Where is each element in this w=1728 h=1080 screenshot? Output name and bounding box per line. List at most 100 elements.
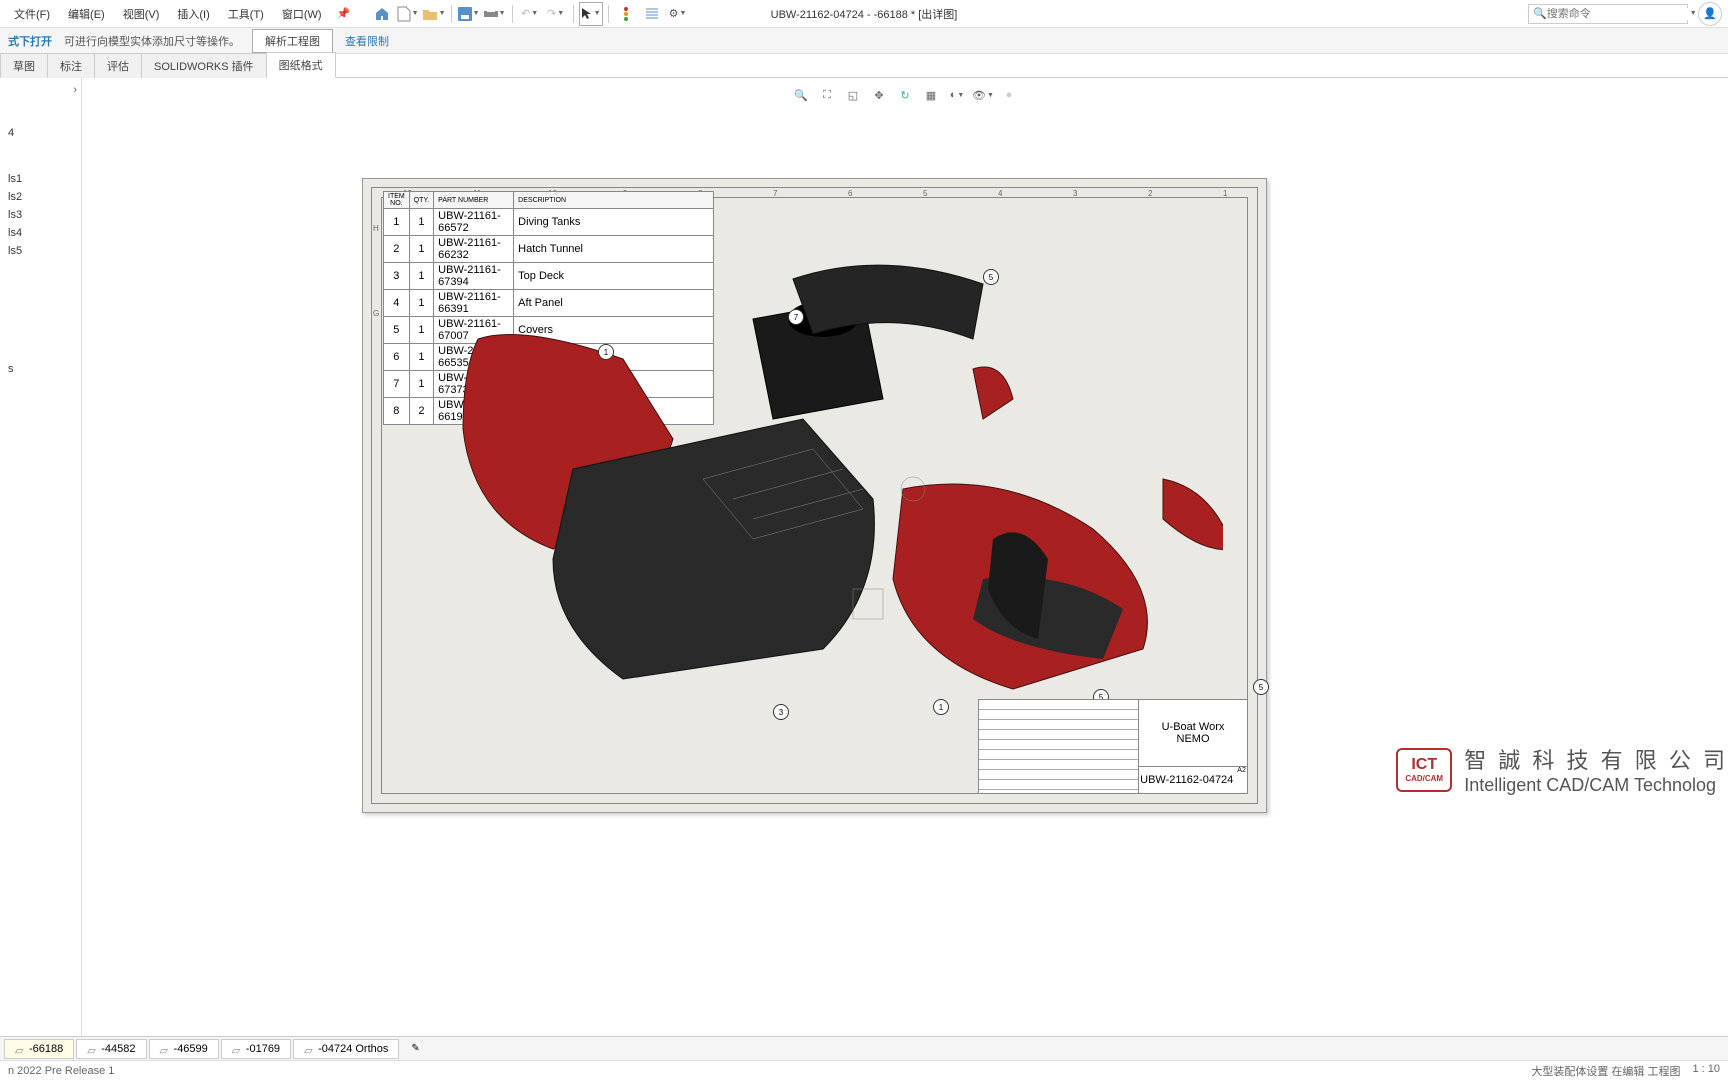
appearance-icon[interactable]: ● [998,84,1020,106]
ruler-mark: 1 [1223,189,1227,198]
status-text: 大型装配体设置 在编辑 工程图 [1531,1063,1680,1079]
sheet-icon: ▱ [160,1044,170,1054]
search-input[interactable] [1547,8,1689,20]
command-tabs: 草图 标注 评估 SOLIDWORKS 插件 图纸格式 [0,54,1728,78]
menu-tools[interactable]: 工具(T) [220,2,272,26]
watermark: ICT CAD/CAM 智 誠 科 技 有 限 公 司 Intelligent … [1396,743,1728,796]
undo-icon[interactable]: ↶▼ [518,2,542,26]
bom-header: ITEM NO. [384,192,410,209]
mode-bar: 式下打开 可进行向模型实体添加尺寸等操作。 解析工程图 查看限制 [0,28,1728,54]
sheet-tab[interactable]: ▱-46599 [149,1039,219,1059]
balloon[interactable]: 7 [788,309,804,325]
new-icon[interactable]: ▼ [396,2,420,26]
select-icon[interactable]: ▼ [579,2,603,26]
menu-file[interactable]: 文件(F) [6,2,58,26]
add-sheet-tab[interactable]: ✎ [401,1040,429,1057]
home-icon[interactable] [370,2,394,26]
tree-item[interactable]: ls5 [4,242,77,260]
menu-window[interactable]: 窗口(W) [274,2,330,26]
zoom-fit-icon[interactable]: 🔍 [790,84,812,106]
menu-view[interactable]: 视图(V) [115,2,168,26]
tree-item[interactable]: ls3 [4,206,77,224]
search-dropdown-icon[interactable]: ▼ [1690,10,1697,17]
watermark-text-cn: 智 誠 科 技 有 限 公 司 [1464,743,1728,775]
ruler-mark: 3 [1073,189,1077,198]
traffic-icon[interactable] [614,2,638,26]
balloon[interactable]: 1 [598,344,614,360]
feature-tree-panel: › 4 ls1 ls2 ls3 ls4 ls5 s [0,78,82,1036]
watermark-logo: ICT CAD/CAM [1396,748,1452,792]
bom-header: DESCRIPTION [514,192,714,209]
title-block[interactable]: U-Boat Worx NEMO UBW-21162-04724 A2 [978,699,1248,794]
sheet-icon: ▱ [232,1044,242,1054]
tree-other[interactable]: s [4,360,77,378]
list-icon[interactable] [640,2,664,26]
tree-item[interactable]: ls1 [4,170,77,188]
scale-text: 1 : 10 [1692,1063,1720,1079]
sheet-icon: ▱ [15,1044,25,1054]
ruler-mark: 7 [773,189,777,198]
sheet-icon: ▱ [87,1044,97,1054]
menu-insert[interactable]: 插入(I) [169,2,217,26]
sheet-icon: ▱ [304,1044,314,1054]
mode-hint: 可进行向模型实体添加尺寸等操作。 [64,33,240,49]
balloon[interactable]: 5 [1253,679,1269,695]
pan-icon[interactable]: ✥ [868,84,890,106]
ruler-mark: H [373,224,379,233]
document-title: UBW-21162-04724 - -66188 * [出详图] [771,6,958,22]
tab-sheet-format[interactable]: 图纸格式 [266,52,336,78]
menu-bar: 文件(F) 编辑(E) 视图(V) 插入(I) 工具(T) 窗口(W) 📌 ▼ … [0,0,1728,28]
watermark-text-en: Intelligent CAD/CAM Technolog [1464,775,1728,796]
sheet-tab[interactable]: ▱-01769 [221,1039,291,1059]
save-icon[interactable]: ▼ [457,2,481,26]
ruler-mark: 2 [1148,189,1152,198]
view-toolbar: 🔍 ⛶ ◱ ✥ ↻ ▦ ◐▼ 👁▼ ● [790,84,1020,106]
display-style-icon[interactable]: ◐▼ [946,84,968,106]
sheet-tab[interactable]: ▱-66188 [4,1039,74,1059]
rotate-icon[interactable]: ↻ [894,84,916,106]
tab-addins[interactable]: SOLIDWORKS 插件 [141,53,267,78]
tab-evaluate[interactable]: 评估 [94,53,142,78]
user-icon[interactable]: 👤 [1698,2,1722,26]
zoom-window-icon[interactable]: ◱ [842,84,864,106]
title-block-revisions [979,700,1139,793]
tree-item[interactable]: ls4 [4,224,77,242]
settings-icon[interactable]: ⚙▼ [666,2,690,26]
exploded-view[interactable]: 1 7 5 1 3 5 5 [443,209,1223,729]
expand-icon[interactable]: › [73,84,77,96]
view-limits-link[interactable]: 查看限制 [345,33,389,49]
ruler-mark: 5 [923,189,927,198]
hide-show-icon[interactable]: 👁▼ [972,84,994,106]
tree-root[interactable]: 4 [4,124,77,142]
mode-label: 式下打开 [8,33,52,49]
title-block-company: U-Boat Worx NEMO [1139,700,1247,767]
status-bar: n 2022 Pre Release 1 大型装配体设置 在编辑 工程图 1 :… [0,1060,1728,1080]
redo-icon[interactable]: ↷▼ [544,2,568,26]
balloon[interactable]: 5 [983,269,999,285]
view-orient-icon[interactable]: ▦ [920,84,942,106]
sheet-tab[interactable]: ▱-04724 Orthos [293,1039,399,1059]
drawing-canvas[interactable]: 🔍 ⛶ ◱ ✥ ↻ ▦ ◐▼ 👁▼ ● 12 11 10 9 8 7 6 5 4… [82,78,1728,1036]
zoom-area-icon[interactable]: ⛶ [816,84,838,106]
bom-header: PART NUMBER [434,192,514,209]
search-icon: 🔍 [1533,7,1547,20]
resolve-button[interactable]: 解析工程图 [252,29,333,53]
balloon[interactable]: 1 [933,699,949,715]
tab-sketch[interactable]: 草图 [0,53,48,78]
sheet-tabs-bar: ▱-66188 ▱-44582 ▱-46599 ▱-01769 ▱-04724 … [0,1036,1728,1060]
title-block-drawing-number: UBW-21162-04724 A2 [1139,767,1247,793]
ruler-mark: 4 [998,189,1002,198]
sheet-tab[interactable]: ▱-44582 [76,1039,146,1059]
menu-edit[interactable]: 编辑(E) [60,2,113,26]
tree-item[interactable]: ls2 [4,188,77,206]
version-label: n 2022 Pre Release 1 [8,1065,114,1077]
pin-icon[interactable]: 📌 [332,2,356,26]
drawing-sheet[interactable]: 12 11 10 9 8 7 6 5 4 3 2 1 H G ITEM NO. … [362,178,1267,813]
tab-annotation[interactable]: 标注 [47,53,95,78]
assembly-drawing [443,209,1223,729]
balloon[interactable]: 3 [773,704,789,720]
search-box[interactable]: 🔍 ▼ [1528,4,1688,24]
open-icon[interactable]: ▼ [422,2,446,26]
print-icon[interactable]: ▼ [483,2,507,26]
ruler-mark: G [373,309,379,318]
